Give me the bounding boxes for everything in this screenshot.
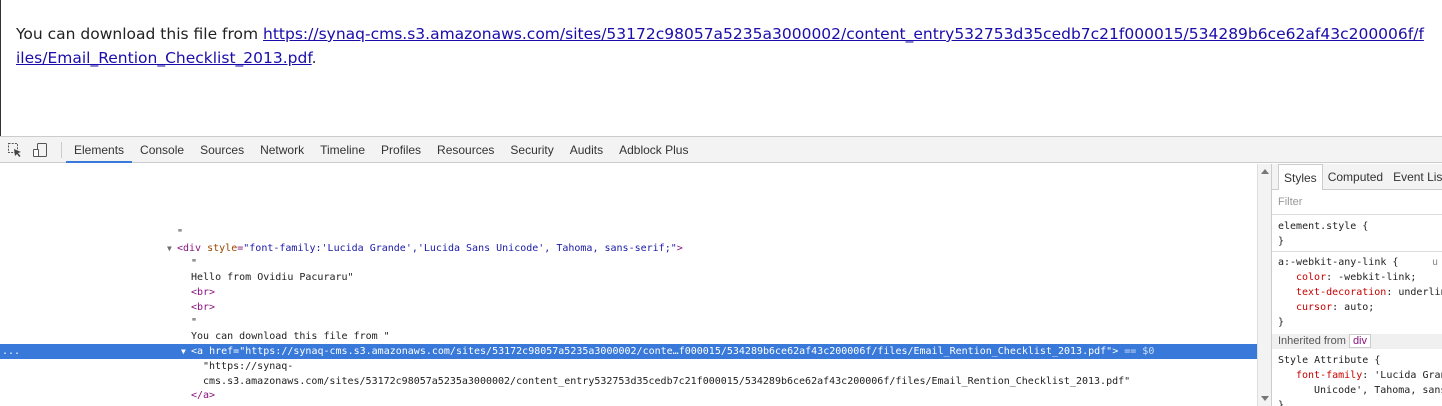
tab-adblock-plus[interactable]: Adblock Plus bbox=[611, 137, 696, 163]
element-style-rule[interactable]: element.style { bbox=[1278, 219, 1368, 234]
tab-elements[interactable]: Elements bbox=[66, 137, 133, 163]
dom-node-br[interactable]: <br> bbox=[0, 285, 1257, 300]
rule-selector[interactable]: a:-webkit-any-link { bbox=[1278, 255, 1398, 270]
rule-source[interactable]: u bbox=[1432, 255, 1438, 270]
toolbar-divider bbox=[61, 142, 62, 158]
tab-security[interactable]: Security bbox=[502, 137, 561, 163]
page-content: You can download this file from https://… bbox=[16, 22, 1426, 70]
sidebar-tabs: Styles Computed Event Listeners bbox=[1272, 164, 1442, 190]
dom-node-text[interactable]: "https://synaq- bbox=[0, 359, 1257, 374]
expand-arrow-icon[interactable]: ▼ bbox=[181, 344, 191, 359]
dom-node-text[interactable]: " bbox=[0, 226, 1257, 241]
dom-node-text[interactable]: " bbox=[0, 256, 1257, 271]
inherited-tag-link[interactable]: div bbox=[1348, 334, 1371, 348]
dom-node-close-anchor[interactable]: </a> bbox=[0, 388, 1257, 403]
tab-resources[interactable]: Resources bbox=[429, 137, 502, 163]
style-property[interactable]: color: -webkit-link; bbox=[1296, 270, 1416, 285]
tab-computed[interactable]: Computed bbox=[1323, 164, 1388, 189]
rule-close-brace: } bbox=[1278, 317, 1285, 328]
rule-close-brace: } bbox=[1278, 236, 1285, 247]
tab-console[interactable]: Console bbox=[132, 137, 192, 163]
style-property[interactable]: text-decoration: underline; bbox=[1296, 285, 1442, 300]
inspect-icon[interactable] bbox=[7, 142, 23, 158]
dom-node-div[interactable]: ▼ <div style="font-family:'Lucida Grande'… bbox=[0, 241, 1257, 256]
download-text: You can download this file from bbox=[16, 25, 264, 43]
device-mode-icon[interactable] bbox=[32, 142, 48, 158]
dom-node-text[interactable]: " bbox=[0, 315, 1257, 330]
styles-filter-input[interactable]: Filter bbox=[1278, 196, 1302, 208]
node-actions-icon[interactable]: ... bbox=[2, 344, 20, 359]
dom-node-anchor-selected[interactable]: ... ▼ <a href="https://synaq-cms.s3.amazon… bbox=[0, 344, 1257, 359]
dom-node-text[interactable]: cms.s3.amazonaws.com/sites/53172c98057a5… bbox=[0, 374, 1257, 389]
scroll-up-icon[interactable] bbox=[1261, 169, 1269, 174]
elements-tree: " ▼ <div style="font-family:'Lucida Grand… bbox=[0, 164, 1257, 406]
divider bbox=[1272, 214, 1442, 215]
tab-audits[interactable]: Audits bbox=[562, 137, 611, 163]
devtools-toolbar: Elements Console Sources Network Timelin… bbox=[0, 136, 1442, 163]
rule-close-brace: } bbox=[1278, 400, 1285, 406]
dom-node-text[interactable]: Hello from Ovidiu Pacuraru" bbox=[0, 270, 1257, 285]
console-ref-badge: == $0 bbox=[1124, 346, 1155, 357]
elements-scrollbar[interactable] bbox=[1257, 164, 1271, 406]
dom-node-br[interactable]: <br> bbox=[0, 300, 1257, 315]
inherited-from-header: Inherited from div bbox=[1272, 334, 1442, 349]
divider bbox=[1272, 251, 1442, 252]
tab-event-listeners[interactable]: Event Listeners bbox=[1388, 164, 1442, 189]
tab-network[interactable]: Network bbox=[252, 137, 312, 163]
dom-node-text[interactable]: You can download this file from " bbox=[0, 329, 1257, 344]
scroll-down-icon[interactable] bbox=[1261, 396, 1269, 401]
tab-profiles[interactable]: Profiles bbox=[373, 137, 429, 163]
page-viewport: You can download this file from https://… bbox=[0, 0, 1442, 136]
devtools-tabs: Elements Console Sources Network Timelin… bbox=[66, 137, 696, 163]
tab-sources[interactable]: Sources bbox=[192, 137, 252, 163]
tab-styles[interactable]: Styles bbox=[1278, 164, 1323, 190]
style-property[interactable]: font-family: 'Lucida Grande', bbox=[1296, 368, 1442, 383]
tab-timeline[interactable]: Timeline bbox=[312, 137, 373, 163]
style-attribute-rule[interactable]: Style Attribute { bbox=[1278, 353, 1380, 368]
style-property-continued: Unicode', Tahoma, sans-serif; bbox=[1314, 385, 1442, 396]
styles-sidebar: Styles Computed Event Listeners Filter e… bbox=[1271, 164, 1442, 406]
expand-arrow-icon[interactable]: ▼ bbox=[167, 241, 177, 256]
style-property[interactable]: cursor: auto; bbox=[1296, 300, 1374, 315]
trailing-period: . bbox=[311, 49, 317, 67]
